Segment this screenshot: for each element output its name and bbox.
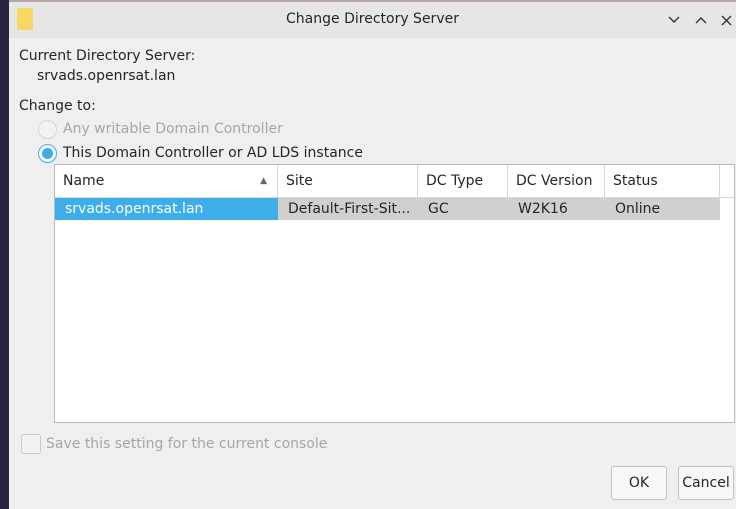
close-button[interactable] [717, 11, 735, 29]
close-icon [721, 15, 731, 25]
cell-dc-type: GC [418, 198, 508, 220]
column-header-site[interactable]: Site [278, 165, 418, 197]
table-row[interactable]: srvads.openrsat.lan Default-First-Sit...… [55, 198, 720, 220]
window-title: Change Directory Server [286, 11, 459, 27]
sort-ascending-icon: ▲ [260, 176, 267, 186]
save-setting-label: Save this setting for the current consol… [46, 436, 328, 452]
table-header: Name ▲ Site DC Type DC Version Status [55, 165, 734, 198]
cell-name: srvads.openrsat.lan [55, 198, 278, 220]
column-header-status[interactable]: Status [605, 165, 720, 197]
cell-status: Online [605, 198, 720, 220]
chevron-up-icon [695, 17, 707, 24]
radio-this-dc-label: This Domain Controller or AD LDS instanc… [63, 145, 363, 161]
current-server-value: srvads.openrsat.lan [37, 68, 176, 84]
radio-any-writable-dc-label: Any writable Domain Controller [63, 121, 283, 137]
radio-any-writable-dc[interactable] [38, 120, 57, 139]
minimize-button[interactable] [665, 11, 683, 29]
maximize-button[interactable] [692, 11, 710, 29]
column-header-name-label: Name [63, 173, 105, 189]
column-header-dc-version[interactable]: DC Version [508, 165, 605, 197]
radio-this-dc[interactable] [38, 144, 57, 163]
save-setting-checkbox[interactable] [21, 434, 41, 454]
change-to-label: Change to: [19, 98, 96, 114]
dc-table[interactable]: Name ▲ Site DC Type DC Version Status sr… [54, 164, 735, 423]
desktop-background-strip [0, 0, 9, 509]
cell-dc-version: W2K16 [508, 198, 605, 220]
ok-button[interactable]: OK [611, 466, 667, 500]
window-titlebar[interactable]: Change Directory Server [9, 2, 736, 38]
column-header-dc-type-label: DC Type [426, 173, 484, 189]
cancel-button[interactable]: Cancel [678, 466, 734, 500]
column-header-site-label: Site [286, 173, 313, 189]
column-header-status-label: Status [613, 173, 658, 189]
column-header-dc-version-label: DC Version [516, 173, 593, 189]
current-server-label: Current Directory Server: [19, 48, 196, 64]
column-header-name[interactable]: Name ▲ [55, 165, 278, 197]
chevron-down-icon [668, 16, 680, 23]
column-header-dc-type[interactable]: DC Type [418, 165, 508, 197]
cell-site: Default-First-Sit... [278, 198, 418, 220]
